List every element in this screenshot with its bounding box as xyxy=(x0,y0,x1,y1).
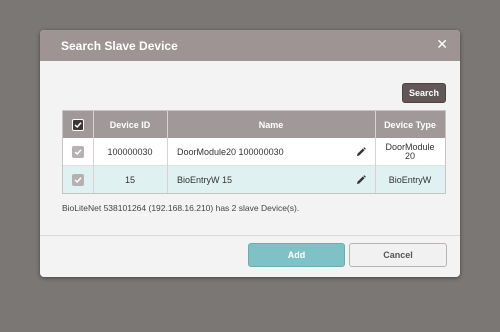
device-type-cell: BioEntryW xyxy=(388,174,432,185)
column-divider xyxy=(375,111,376,193)
checkbox-icon xyxy=(74,148,82,155)
row-checkbox[interactable] xyxy=(72,173,84,186)
search-button[interactable]: Search xyxy=(402,83,446,103)
select-all-checkbox[interactable] xyxy=(72,118,84,131)
header-device-type[interactable]: Device Type xyxy=(375,111,445,138)
row-checkbox[interactable] xyxy=(72,145,84,158)
dialog-titlebar: Search Slave Device ✕ xyxy=(40,30,460,61)
add-button[interactable]: Add xyxy=(248,243,345,267)
checkbox-icon xyxy=(74,176,82,183)
pencil-icon[interactable] xyxy=(356,175,366,185)
table-header: Device ID Name Device Type xyxy=(63,111,445,138)
device-id-cell: 15 xyxy=(124,174,135,185)
cancel-button[interactable]: Cancel xyxy=(349,243,447,267)
footer-divider xyxy=(40,235,460,236)
column-divider xyxy=(167,111,168,193)
search-slave-device-dialog: Search Slave Device ✕ Search Device ID N… xyxy=(40,30,460,277)
header-name[interactable]: Name xyxy=(167,111,375,138)
header-device-id[interactable]: Device ID xyxy=(93,111,167,138)
dialog-title: Search Slave Device xyxy=(61,39,178,53)
slave-device-table: Device ID Name Device Type 100000030 Doo… xyxy=(62,110,446,194)
device-name-cell: BioEntryW 15 xyxy=(177,174,233,185)
slave-count-status: BioLiteNet 538101264 (192.168.16.210) ha… xyxy=(62,203,300,213)
pencil-icon[interactable] xyxy=(356,147,366,157)
checkbox-icon xyxy=(74,121,82,128)
row-select-cell xyxy=(63,166,93,193)
table-row[interactable]: 15 BioEntryW 15 BioEntryW xyxy=(63,166,445,193)
header-select-cell xyxy=(63,111,93,138)
row-select-cell xyxy=(63,138,93,165)
column-divider xyxy=(93,111,94,193)
table-row[interactable]: 100000030 DoorModule20 100000030 DoorMod… xyxy=(63,138,445,166)
device-name-cell: DoorModule20 100000030 xyxy=(177,146,284,157)
device-type-line2: 20 xyxy=(404,150,415,161)
close-icon[interactable]: ✕ xyxy=(436,36,448,52)
device-type-cell: DoorModule 20 xyxy=(375,138,445,165)
device-id-cell: 100000030 xyxy=(107,146,153,157)
